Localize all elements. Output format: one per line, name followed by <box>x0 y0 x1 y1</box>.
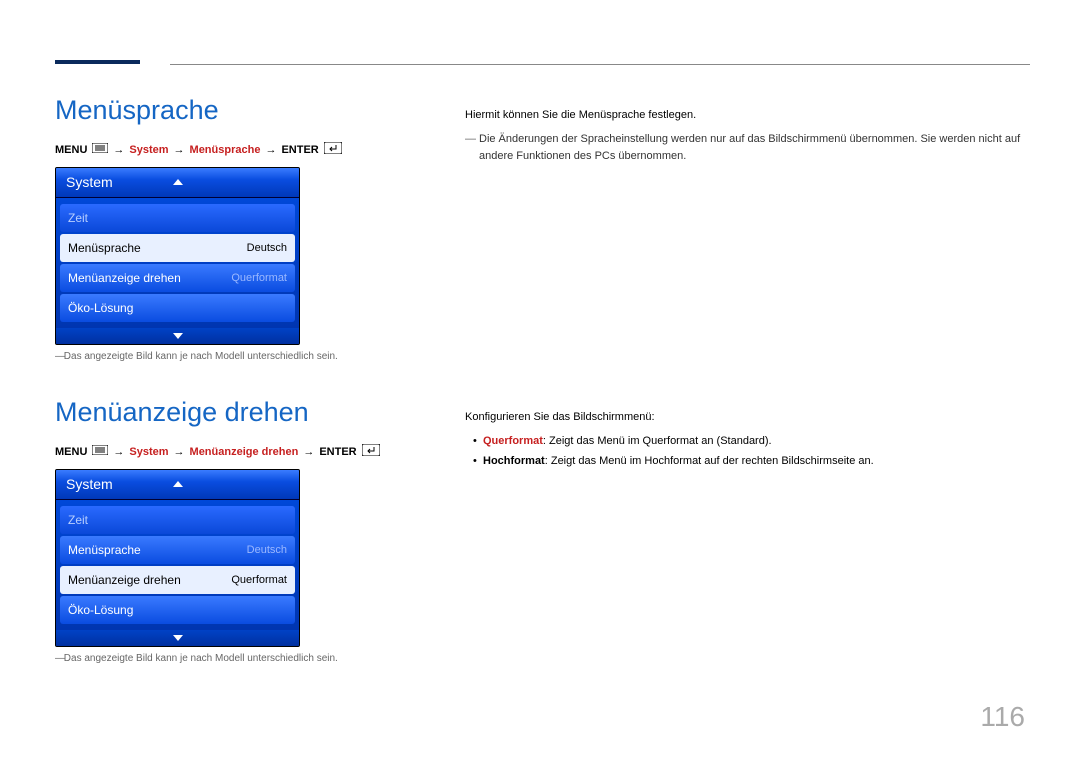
menu-item-label: Menüsprache <box>68 241 141 255</box>
osd-menu-header: System <box>56 168 299 198</box>
menu-item-menuanzeige-drehen[interactable]: Menüanzeige drehen Querformat <box>60 566 295 594</box>
bc-system: System <box>129 144 168 156</box>
scroll-up-icon <box>173 179 183 185</box>
menu-item-label: Zeit <box>68 513 88 527</box>
description-main: Hiermit können Sie die Menüsprache festl… <box>465 107 1030 125</box>
accent-bar <box>55 60 140 64</box>
menu-item-zeit[interactable]: Zeit <box>60 506 295 534</box>
bc-enter: ENTER <box>281 144 318 156</box>
enter-icon <box>324 142 342 157</box>
menu-item-label: Menüanzeige drehen <box>68 271 181 285</box>
bullet-querformat: Querformat: Zeigt das Menü im Querformat… <box>465 433 1030 451</box>
arrow-icon: → <box>303 446 314 458</box>
menu-item-oeko-loesung[interactable]: Öko-Lösung <box>60 596 295 624</box>
caption-note: Das angezeigte Bild kann je nach Modell … <box>55 351 435 362</box>
bc-current: Menüanzeige drehen <box>190 446 299 458</box>
header-divider <box>170 64 1030 65</box>
arrow-icon: → <box>113 144 124 156</box>
menu-item-value: Deutsch <box>247 544 287 556</box>
bullet-term: Querformat <box>483 435 543 447</box>
menu-item-menuanzeige-drehen[interactable]: Menüanzeige drehen Querformat <box>60 264 295 292</box>
left-column: Menüsprache MENU → System → Menüsprache … <box>55 95 435 362</box>
breadcrumb: MENU → System → Menüanzeige drehen → ENT… <box>55 444 435 459</box>
osd-menu-body: Zeit Menüsprache Deutsch Menüanzeige dre… <box>56 500 299 630</box>
menu-item-menusprache[interactable]: Menüsprache Deutsch <box>60 536 295 564</box>
description-note: Die Änderungen der Spracheinstellung wer… <box>465 131 1030 166</box>
menu-item-value: Querformat <box>231 574 287 586</box>
left-column: Menüanzeige drehen MENU → System → Menüa… <box>55 397 435 664</box>
arrow-icon: → <box>174 446 185 458</box>
menu-item-oeko-loesung[interactable]: Öko-Lösung <box>60 294 295 322</box>
section-title: Menüanzeige drehen <box>55 397 435 428</box>
osd-menu-header: System <box>56 470 299 500</box>
osd-menu-footer <box>56 328 299 344</box>
menu-item-label: Zeit <box>68 211 88 225</box>
manual-page: Menüsprache MENU → System → Menüsprache … <box>0 0 1080 763</box>
menu-icon <box>92 445 108 458</box>
bc-current: Menüsprache <box>190 144 261 156</box>
enter-icon <box>362 444 380 459</box>
section-title: Menüsprache <box>55 95 435 126</box>
section-menusprache: Menüsprache MENU → System → Menüsprache … <box>55 95 1030 362</box>
osd-menu-panel: System Zeit Menüsprache Deutsch Menüanze… <box>55 469 300 647</box>
menu-item-label: Menüanzeige drehen <box>68 573 181 587</box>
osd-header-label: System <box>66 476 113 492</box>
bc-menu: MENU <box>55 144 87 156</box>
scroll-down-icon <box>173 333 183 339</box>
bc-system: System <box>129 446 168 458</box>
osd-menu-body: Zeit Menüsprache Deutsch Menüanzeige dre… <box>56 198 299 328</box>
page-number: 116 <box>980 701 1025 733</box>
arrow-icon: → <box>265 144 276 156</box>
menu-item-label: Menüsprache <box>68 543 141 557</box>
menu-item-value: Querformat <box>231 272 287 284</box>
bullet-rest: : Zeigt das Menü im Hochformat auf der r… <box>545 455 874 467</box>
scroll-up-icon <box>173 481 183 487</box>
scroll-down-icon <box>173 635 183 641</box>
right-column: Hiermit können Sie die Menüsprache festl… <box>465 95 1030 362</box>
bullet-rest: : Zeigt das Menü im Querformat an (Stand… <box>543 435 772 447</box>
menu-icon <box>92 143 108 156</box>
osd-menu-footer <box>56 630 299 646</box>
menu-item-label: Öko-Lösung <box>68 301 133 315</box>
arrow-icon: → <box>113 446 124 458</box>
bc-enter: ENTER <box>319 446 356 458</box>
menu-item-zeit[interactable]: Zeit <box>60 204 295 232</box>
osd-header-label: System <box>66 174 113 190</box>
bullet-hochformat: Hochformat: Zeigt das Menü im Hochformat… <box>465 453 1030 471</box>
right-column: Konfigurieren Sie das Bildschirmmenü: Qu… <box>465 397 1030 664</box>
menu-item-label: Öko-Lösung <box>68 603 133 617</box>
bullet-list: Querformat: Zeigt das Menü im Querformat… <box>465 433 1030 471</box>
bc-menu: MENU <box>55 446 87 458</box>
breadcrumb: MENU → System → Menüsprache → ENTER <box>55 142 435 157</box>
arrow-icon: → <box>174 144 185 156</box>
description-main: Konfigurieren Sie das Bildschirmmenü: <box>465 409 1030 427</box>
menu-item-menusprache[interactable]: Menüsprache Deutsch <box>60 234 295 262</box>
osd-menu-panel: System Zeit Menüsprache Deutsch Menüanze… <box>55 167 300 345</box>
bullet-term: Hochformat <box>483 455 545 467</box>
section-menuanzeige-drehen: Menüanzeige drehen MENU → System → Menüa… <box>55 397 1030 664</box>
caption-note: Das angezeigte Bild kann je nach Modell … <box>55 653 435 664</box>
menu-item-value: Deutsch <box>247 242 287 254</box>
